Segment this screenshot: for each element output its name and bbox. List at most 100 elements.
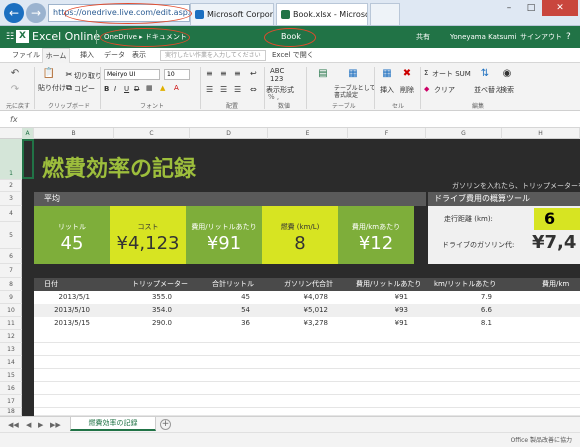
- table-row[interactable]: [34, 369, 580, 382]
- autosum-icon[interactable]: Σ: [424, 69, 428, 77]
- forward-arrow-icon[interactable]: →: [26, 3, 46, 23]
- tell-me-input[interactable]: 実行したい作業を入力してください: [160, 50, 266, 61]
- table-format-icon[interactable]: ▦: [346, 67, 360, 81]
- open-in-excel-button[interactable]: Excel で開く: [272, 48, 314, 63]
- cell-km-per-liter[interactable]: 6.6: [434, 304, 492, 317]
- next-sheet-icon[interactable]: ▶: [38, 417, 43, 433]
- row-header[interactable]: 8: [0, 278, 22, 291]
- format-as-table-button[interactable]: テーブルとして書式設定: [334, 85, 376, 99]
- find-button[interactable]: 検索: [500, 85, 514, 95]
- autosum-button[interactable]: オート SUM: [432, 69, 471, 79]
- clear-button[interactable]: クリア: [434, 85, 455, 95]
- app-launcher-icon[interactable]: ☷: [6, 32, 14, 42]
- selected-cell[interactable]: [22, 139, 34, 179]
- minimize-icon[interactable]: –: [498, 0, 520, 16]
- insert-cells-button[interactable]: 挿入: [380, 85, 394, 95]
- user-name[interactable]: Yoneyama Katsumi: [450, 26, 517, 48]
- find-icon[interactable]: ◉: [500, 67, 514, 81]
- column-header[interactable]: D: [190, 128, 268, 139]
- cell-trip[interactable]: 355.0: [104, 291, 172, 304]
- cell-gas-cost[interactable]: ¥4,078: [264, 291, 329, 304]
- row-header[interactable]: 16: [0, 382, 22, 395]
- delete-cells-icon[interactable]: ✖: [400, 67, 414, 81]
- table-row[interactable]: [34, 395, 580, 408]
- cell-cost-per-liter[interactable]: ¥93: [344, 304, 408, 317]
- wrap-text-icon[interactable]: ↩: [250, 69, 257, 78]
- paste-icon[interactable]: 📋: [42, 67, 56, 81]
- table-row[interactable]: [34, 330, 580, 343]
- underline-icon[interactable]: U: [124, 85, 129, 93]
- document-title[interactable]: Book: [281, 26, 301, 48]
- number-format-icon[interactable]: ABC 123: [270, 67, 284, 83]
- row-header[interactable]: 5: [0, 222, 22, 249]
- table-row[interactable]: [34, 382, 580, 395]
- row-header[interactable]: 10: [0, 304, 22, 317]
- row-header[interactable]: 6: [0, 249, 22, 264]
- function-icon[interactable]: fx: [10, 111, 18, 128]
- table-row[interactable]: 2013/5/1 355.0 45 ¥4,078 ¥91 7.9: [34, 291, 580, 304]
- align-top-icon[interactable]: ≡: [206, 69, 213, 78]
- insert-cells-icon[interactable]: ▦: [380, 67, 394, 81]
- sort-button[interactable]: 並べ替え: [474, 85, 502, 95]
- signout-link[interactable]: サインアウト: [520, 26, 562, 48]
- tab-data[interactable]: データ: [104, 48, 125, 63]
- table-row[interactable]: [34, 343, 580, 356]
- sort-icon[interactable]: ⇅: [478, 67, 492, 81]
- delete-cells-button[interactable]: 削除: [400, 85, 414, 95]
- row-header[interactable]: 18: [0, 408, 22, 416]
- column-header[interactable]: F: [348, 128, 426, 139]
- font-size-select[interactable]: 10: [164, 69, 190, 80]
- address-bar[interactable]: https://onedrive.live.com/edit.aspx?resi…: [48, 4, 190, 22]
- tab-insert[interactable]: 挿入: [80, 48, 94, 63]
- sheet-tab[interactable]: 燃費効率の記録: [70, 417, 156, 431]
- align-left-icon[interactable]: ☰: [206, 85, 213, 94]
- breadcrumb[interactable]: OneDrive ▸ ドキュメント: [104, 26, 187, 48]
- status-text[interactable]: Office 製品改善に協力: [511, 433, 572, 448]
- undo-icon[interactable]: ↶: [8, 67, 22, 81]
- last-sheet-icon[interactable]: ▶▶: [50, 417, 61, 433]
- help-icon[interactable]: ?: [566, 26, 571, 48]
- cell-date[interactable]: 2013/5/10: [34, 304, 90, 317]
- align-bottom-icon[interactable]: ≡: [234, 69, 241, 78]
- back-arrow-icon[interactable]: ←: [4, 3, 24, 23]
- table-row[interactable]: [34, 408, 580, 416]
- cell-cost-per-liter[interactable]: ¥91: [344, 317, 408, 330]
- cell-date[interactable]: 2013/5/1: [34, 291, 90, 304]
- row-header[interactable]: 9: [0, 291, 22, 304]
- table-row[interactable]: 2013/5/10 354.0 54 ¥5,012 ¥93 6.6: [34, 304, 580, 317]
- row-header[interactable]: 11: [0, 317, 22, 330]
- fill-color-icon[interactable]: ▲: [160, 84, 165, 92]
- tab-view[interactable]: 表示: [132, 48, 146, 63]
- new-tab[interactable]: [370, 3, 400, 25]
- cell-liters[interactable]: 45: [184, 291, 250, 304]
- align-right-icon[interactable]: ☰: [234, 85, 241, 94]
- cell-liters[interactable]: 54: [184, 304, 250, 317]
- survey-icon[interactable]: ▤: [316, 67, 330, 81]
- row-header[interactable]: 3: [0, 192, 22, 206]
- formula-bar[interactable]: fx: [0, 111, 580, 128]
- cut-button[interactable]: 切り取り: [74, 71, 102, 81]
- share-button[interactable]: 共有: [416, 26, 430, 48]
- maximize-icon[interactable]: □: [520, 0, 542, 16]
- worksheet[interactable]: 燃費効率の記録 ガソリンを入れたら、トリップメーターをリ 平均 リットル 45 …: [22, 139, 580, 416]
- cell-gas-cost[interactable]: ¥3,278: [264, 317, 329, 330]
- prev-sheet-icon[interactable]: ◀: [26, 417, 31, 433]
- cell-liters[interactable]: 36: [184, 317, 250, 330]
- row-header[interactable]: 14: [0, 356, 22, 369]
- clear-icon[interactable]: ◆: [424, 85, 429, 93]
- row-header[interactable]: 12: [0, 330, 22, 343]
- row-header[interactable]: 2: [0, 180, 22, 192]
- add-sheet-icon[interactable]: +: [160, 419, 171, 430]
- table-row[interactable]: [34, 356, 580, 369]
- cell-km-per-liter[interactable]: 7.9: [434, 291, 492, 304]
- close-icon[interactable]: ✕: [542, 0, 578, 16]
- column-header[interactable]: E: [268, 128, 348, 139]
- tab-home[interactable]: ホーム: [42, 48, 70, 63]
- row-header[interactable]: 13: [0, 343, 22, 356]
- row-header[interactable]: 1: [0, 139, 22, 180]
- table-row[interactable]: 2013/5/15 290.0 36 ¥3,278 ¥91 8.1: [34, 317, 580, 330]
- bold-icon[interactable]: B: [104, 85, 109, 93]
- cell-cost-per-liter[interactable]: ¥91: [344, 291, 408, 304]
- first-sheet-icon[interactable]: ◀◀: [8, 417, 19, 433]
- cell-gas-cost[interactable]: ¥5,012: [264, 304, 329, 317]
